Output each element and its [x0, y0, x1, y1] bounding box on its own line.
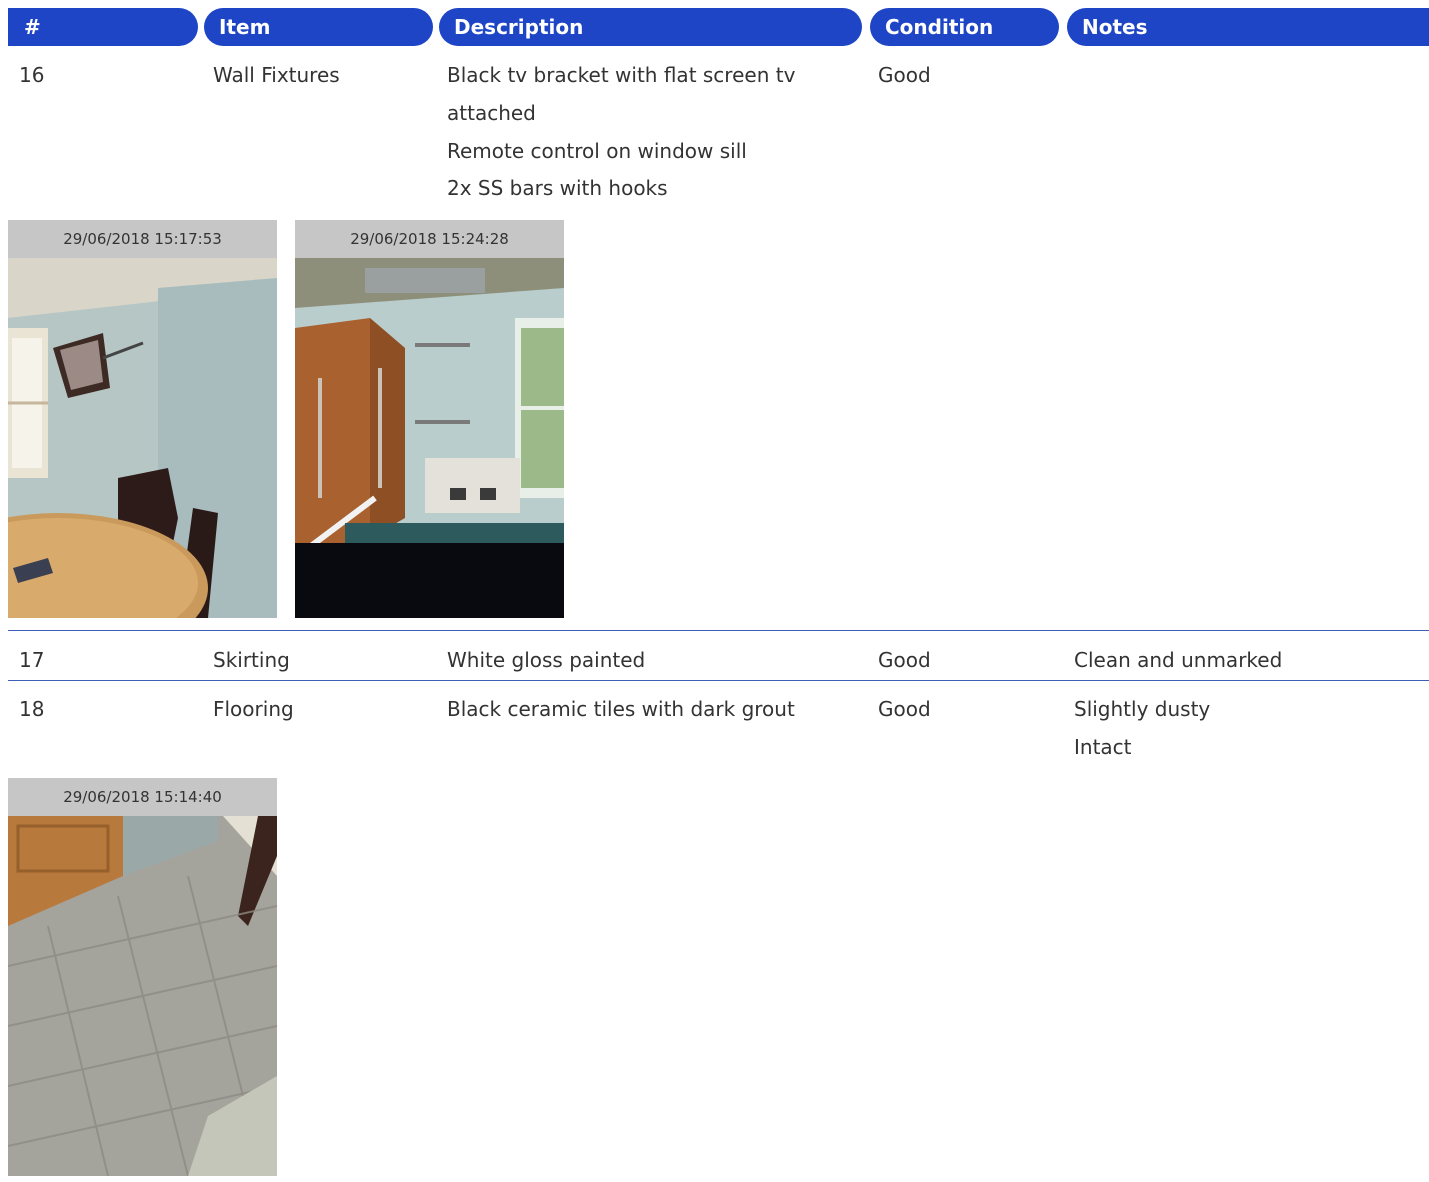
photo-timestamp: 29/06/2018 15:14:40 [8, 778, 277, 816]
photo-timestamp: 29/06/2018 15:24:28 [295, 220, 564, 258]
photo-timestamp: 29/06/2018 15:17:53 [8, 220, 277, 258]
row-description-line: White gloss painted [447, 648, 646, 672]
row-notes-line: Clean and unmarked [1074, 648, 1283, 672]
row-item: Skirting [213, 648, 290, 672]
header-number: # [8, 8, 198, 46]
row-item: Flooring [213, 697, 294, 721]
row-description-line: Black tv bracket with flat screen tv [447, 63, 796, 87]
photo-image [8, 258, 277, 618]
row-divider [8, 630, 1429, 631]
photo-thumbnail[interactable]: 29/06/2018 15:17:53 [8, 220, 277, 618]
header-notes: Notes [1067, 8, 1429, 46]
row-description-line: Remote control on window sill [447, 139, 747, 163]
row-condition: Good [878, 648, 931, 672]
photo-image [295, 258, 564, 618]
row-condition: Good [878, 63, 931, 87]
row-notes-line: Slightly dusty [1074, 697, 1211, 721]
header-condition-label: Condition [885, 15, 994, 39]
row-number: 17 [19, 648, 45, 672]
row-condition: Good [878, 697, 931, 721]
row-description-line: attached [447, 101, 536, 125]
row-number: 16 [19, 63, 45, 87]
header-item-label: Item [219, 15, 271, 39]
row-number: 18 [19, 697, 45, 721]
row-item: Wall Fixtures [213, 63, 340, 87]
row-description-line: 2x SS bars with hooks [447, 176, 668, 200]
header-item: Item [204, 8, 433, 46]
row-divider [8, 680, 1429, 681]
header-number-label: # [24, 15, 41, 39]
photo-image [8, 816, 277, 1176]
row-description-line: Black ceramic tiles with dark grout [447, 697, 795, 721]
header-description-label: Description [454, 15, 584, 39]
row-notes-line: Intact [1074, 735, 1132, 759]
photo-thumbnail[interactable]: 29/06/2018 15:14:40 [8, 778, 277, 1176]
header-description: Description [439, 8, 862, 46]
header-notes-label: Notes [1082, 15, 1148, 39]
photo-thumbnail[interactable]: 29/06/2018 15:24:28 [295, 220, 564, 618]
header-condition: Condition [870, 8, 1059, 46]
